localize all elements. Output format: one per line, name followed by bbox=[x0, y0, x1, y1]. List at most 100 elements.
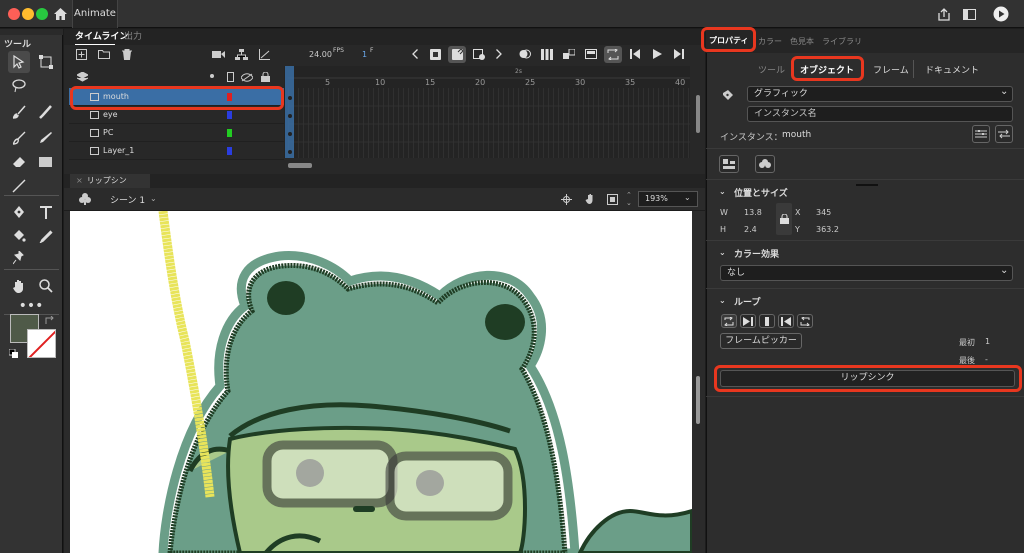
zoom-dropdown-icon[interactable]: ⌄ bbox=[684, 193, 691, 202]
app-tab[interactable]: Animate bbox=[72, 0, 118, 28]
subtab-document[interactable]: ドキュメント bbox=[925, 63, 979, 76]
height-value[interactable]: 2.4 bbox=[744, 225, 757, 234]
lasso-icon[interactable] bbox=[6, 75, 32, 97]
brush-icon[interactable] bbox=[33, 101, 59, 123]
layer-name[interactable]: Layer_1 bbox=[103, 146, 134, 155]
frame-picker-button[interactable]: フレームピッカー bbox=[720, 333, 802, 349]
collapse-chevron-icon[interactable]: ⌄ bbox=[719, 296, 726, 305]
stage-vscrollbar[interactable] bbox=[696, 376, 700, 424]
playhead[interactable] bbox=[285, 66, 294, 158]
workspace-icon[interactable] bbox=[961, 6, 977, 22]
free-transform-icon[interactable] bbox=[33, 51, 59, 73]
layer-parenting-icon[interactable] bbox=[234, 47, 248, 61]
color-effect-section[interactable]: ⌄ カラー効果 bbox=[706, 243, 1024, 265]
layer-color-swatch[interactable] bbox=[227, 111, 232, 119]
swap-symbol-button[interactable] bbox=[995, 125, 1013, 143]
layer-name[interactable]: eye bbox=[103, 110, 118, 119]
scene-name[interactable]: シーン 1 bbox=[110, 193, 145, 206]
hand-icon[interactable] bbox=[6, 275, 32, 297]
position-size-section[interactable]: ⌄ 位置とサイズ bbox=[706, 182, 1024, 204]
minimize-window-button[interactable] bbox=[22, 8, 34, 20]
loop-icon[interactable] bbox=[606, 47, 620, 61]
tab-library[interactable]: ライブラリ bbox=[822, 36, 862, 47]
stroke-color-swatch[interactable] bbox=[27, 329, 56, 358]
close-window-button[interactable] bbox=[8, 8, 20, 20]
instance-behavior-button[interactable] bbox=[719, 155, 739, 173]
swap-colors-icon[interactable] bbox=[44, 315, 56, 325]
width-value[interactable]: 13.8 bbox=[744, 208, 762, 217]
step-forward-icon[interactable] bbox=[672, 47, 686, 61]
paint-brush-icon[interactable] bbox=[6, 101, 32, 123]
insert-blank-keyframe-icon[interactable] bbox=[472, 47, 486, 61]
color-effect-select[interactable]: なし bbox=[720, 265, 1013, 281]
lock-icon[interactable] bbox=[259, 71, 271, 83]
home-icon[interactable] bbox=[52, 6, 68, 22]
eraser-icon[interactable] bbox=[6, 151, 32, 173]
new-layer-icon[interactable] bbox=[74, 47, 88, 61]
play-icon[interactable] bbox=[650, 47, 664, 61]
center-stage-icon[interactable] bbox=[559, 192, 573, 206]
show-all-dot-icon[interactable] bbox=[210, 74, 214, 78]
symbol-library-button[interactable] bbox=[755, 155, 775, 173]
previous-keyframe-icon[interactable] bbox=[408, 47, 422, 61]
edit-multiple-frames-icon[interactable] bbox=[540, 47, 554, 61]
layer-color-swatch[interactable] bbox=[227, 147, 232, 155]
pencil-icon[interactable] bbox=[33, 127, 59, 149]
onion-skin-icon[interactable] bbox=[518, 47, 532, 61]
scene-dropdown-icon[interactable]: ⌄ bbox=[150, 194, 157, 203]
layer-row-layer_1[interactable]: Layer_1 bbox=[69, 142, 284, 160]
layer-name[interactable]: PC bbox=[103, 128, 113, 137]
constrain-proportions-button[interactable] bbox=[776, 203, 792, 235]
eyedropper-icon[interactable] bbox=[33, 225, 59, 247]
zoom-icon[interactable] bbox=[33, 275, 59, 297]
paint-bucket-icon[interactable] bbox=[6, 225, 32, 247]
layer-color-swatch[interactable] bbox=[227, 129, 232, 137]
insert-keyframe-icon[interactable] bbox=[428, 47, 442, 61]
stage-canvas[interactable] bbox=[70, 211, 692, 553]
default-colors-icon[interactable] bbox=[8, 348, 18, 358]
pin-icon[interactable] bbox=[6, 247, 32, 269]
delete-icon[interactable] bbox=[120, 47, 134, 61]
instance-name-input[interactable]: インスタンス名 bbox=[747, 106, 1013, 122]
step-back-icon[interactable] bbox=[628, 47, 642, 61]
outline-icon[interactable] bbox=[224, 71, 236, 83]
subtab-frame[interactable]: フレーム bbox=[873, 63, 909, 76]
collapse-chevron-icon[interactable]: ⌄ bbox=[719, 248, 726, 257]
subtab-tools[interactable]: ツール bbox=[758, 63, 785, 76]
current-frame[interactable]: 1 bbox=[362, 50, 367, 59]
test-movie-icon[interactable] bbox=[992, 5, 1010, 23]
zoom-stepper-icon[interactable]: ⌃ ⌄ bbox=[626, 191, 632, 207]
y-value[interactable]: 363.2 bbox=[816, 225, 839, 234]
edit-symbol-button[interactable] bbox=[972, 125, 990, 143]
symbol-type-select[interactable]: グラフィック bbox=[747, 86, 1013, 102]
play-reverse-once-button[interactable] bbox=[778, 314, 794, 328]
last-frame-value[interactable]: - bbox=[985, 355, 988, 364]
timeline-vscrollbar[interactable] bbox=[696, 95, 700, 133]
camera-icon[interactable] bbox=[211, 47, 225, 61]
text-tool-icon[interactable] bbox=[33, 201, 59, 223]
share-icon[interactable] bbox=[936, 6, 952, 22]
collapse-chevron-icon[interactable]: ⌄ bbox=[719, 187, 726, 196]
next-keyframe-icon[interactable] bbox=[492, 47, 506, 61]
symbol-type-dropdown-icon[interactable]: ⌄ bbox=[1000, 86, 1008, 97]
layer-row-pc[interactable]: PC bbox=[69, 124, 284, 142]
loop-button[interactable] bbox=[721, 314, 737, 328]
zoom-window-button[interactable] bbox=[36, 8, 48, 20]
line-tool-icon[interactable] bbox=[6, 175, 32, 197]
color-effect-dropdown-icon[interactable]: ⌄ bbox=[1000, 265, 1008, 276]
play-once-button[interactable] bbox=[740, 314, 756, 328]
create-tween-icon[interactable] bbox=[562, 47, 576, 61]
x-value[interactable]: 345 bbox=[816, 208, 831, 217]
selection-tool-icon[interactable] bbox=[6, 51, 32, 73]
visibility-icon[interactable] bbox=[241, 71, 253, 83]
fluid-brush-icon[interactable] bbox=[6, 127, 32, 149]
tab-output[interactable]: 出力 bbox=[124, 29, 142, 45]
rotate-stage-icon[interactable] bbox=[583, 192, 597, 206]
tab-timeline[interactable]: タイムライン bbox=[75, 29, 128, 45]
pen-icon[interactable] bbox=[6, 201, 32, 223]
first-frame-value[interactable]: 1 bbox=[985, 337, 990, 346]
auto-keyframe-icon[interactable] bbox=[450, 47, 464, 61]
single-frame-button[interactable] bbox=[759, 314, 775, 328]
loop-section[interactable]: ⌄ ループ bbox=[706, 291, 1024, 313]
insert-frame-icon[interactable] bbox=[584, 47, 598, 61]
